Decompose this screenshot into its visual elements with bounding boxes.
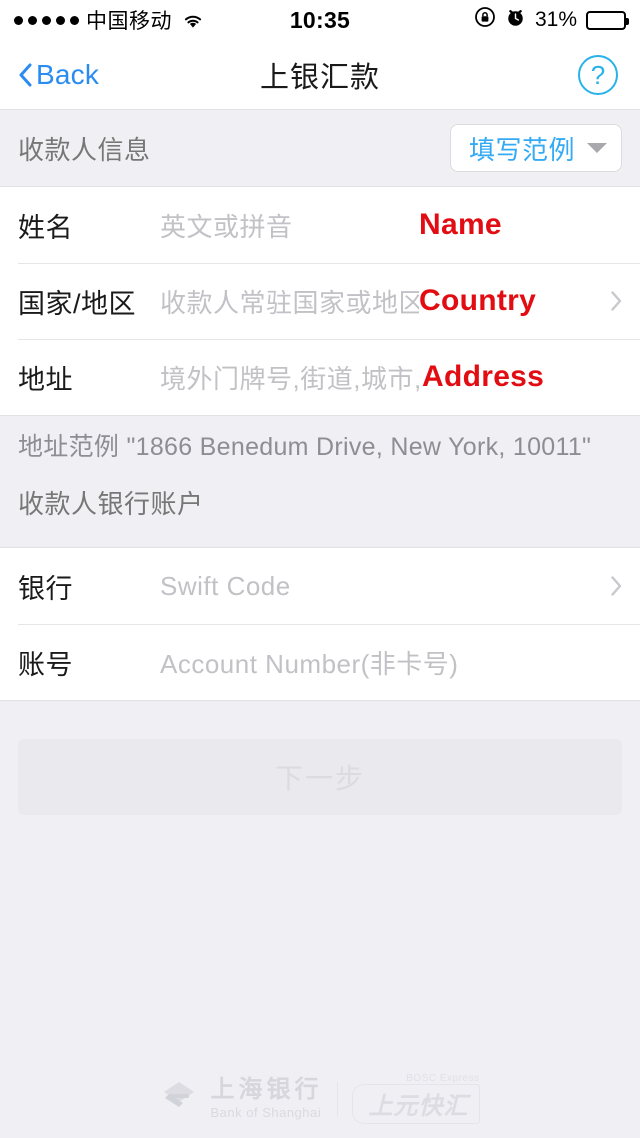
chevron-right-icon xyxy=(611,576,622,596)
hint-band: 地址范例 "1866 Benedum Drive, New York, 1001… xyxy=(0,416,640,547)
app-screen: 中国移动 10:35 31% Back 上银汇款 ? 收款人信息 填写范例 姓名… xyxy=(0,0,640,1138)
form-row-bank[interactable]: 银行 Swift Code xyxy=(0,548,640,624)
form-row-account[interactable]: 账号 Account Number(非卡号) xyxy=(0,624,640,700)
bank-of-shanghai-logo-icon xyxy=(161,1080,197,1118)
bank-name-en: Bank of Shanghai xyxy=(210,1105,322,1120)
form-row-name[interactable]: 姓名 英文或拼音 Name xyxy=(0,187,640,263)
status-bar-right: 31% xyxy=(474,6,629,34)
form-row-address[interactable]: 地址 境外门牌号,街道,城市,邮编 Address xyxy=(0,339,640,415)
logo-divider xyxy=(336,1081,338,1116)
navigation-bar: Back 上银汇款 ? xyxy=(0,40,640,110)
annotation-address: Address xyxy=(422,360,545,393)
payee-section-title: 收款人信息 xyxy=(18,134,151,165)
next-button-container: 下一步 xyxy=(0,701,640,815)
bank-form-group: 银行 Swift Code 账号 Account Number(非卡号) xyxy=(0,547,640,701)
fill-sample-label: 填写范例 xyxy=(468,134,575,165)
battery-percent-label: 31% xyxy=(534,8,577,31)
annotation-country: Country xyxy=(419,284,537,317)
battery-icon xyxy=(586,10,629,30)
help-glyph: ? xyxy=(590,59,606,90)
annotation-name: Name xyxy=(419,208,502,241)
payee-form-group: 姓名 英文或拼音 Name 国家/地区 收款人常驻国家或地区 Country 地… xyxy=(0,186,640,416)
chevron-down-icon xyxy=(587,143,607,153)
row-label: 地址 xyxy=(18,364,73,395)
form-row-country[interactable]: 国家/地区 收款人常驻国家或地区 Country xyxy=(0,263,640,339)
back-button-label: Back xyxy=(36,58,100,90)
next-button[interactable]: 下一步 xyxy=(18,739,622,815)
bank-section-title: 收款人银行账户 xyxy=(18,489,204,519)
back-button[interactable]: Back xyxy=(0,59,109,91)
account-number-input[interactable]: Account Number(非卡号) xyxy=(160,644,599,681)
payee-section-header: 收款人信息 填写范例 xyxy=(0,110,640,186)
row-label: 姓名 xyxy=(18,212,73,243)
swift-code-input[interactable]: Swift Code xyxy=(160,571,599,602)
row-label: 银行 xyxy=(18,573,73,604)
status-bar: 中国移动 10:35 31% xyxy=(0,0,640,40)
name-input[interactable]: 英文或拼音 xyxy=(160,207,419,244)
chevron-left-icon xyxy=(18,63,32,87)
product-logo-block: BOSC Express 上元快汇 xyxy=(351,1073,480,1124)
fill-sample-button[interactable]: 填写范例 xyxy=(449,124,622,172)
row-label: 国家/地区 xyxy=(18,288,137,319)
address-input[interactable]: 境外门牌号,街道,城市,邮编 xyxy=(160,359,422,396)
alarm-clock-icon xyxy=(505,7,526,34)
footer-branding: 上海银行 Bank of Shanghai BOSC Express 上元快汇 xyxy=(0,1073,640,1124)
address-example-hint: 地址范例 "1866 Benedum Drive, New York, 1001… xyxy=(18,433,592,461)
chevron-right-icon xyxy=(611,291,622,311)
product-logo-name: 上元快汇 xyxy=(351,1084,480,1124)
bank-name-cn: 上海银行 xyxy=(210,1076,323,1103)
rotation-lock-icon xyxy=(474,6,496,34)
country-input[interactable]: 收款人常驻国家或地区 xyxy=(160,283,419,320)
bank-name-block: 上海银行 Bank of Shanghai xyxy=(210,1076,323,1120)
product-logo-sup: BOSC Express xyxy=(406,1073,480,1084)
help-icon[interactable]: ? xyxy=(578,54,618,95)
row-label: 账号 xyxy=(18,649,73,680)
